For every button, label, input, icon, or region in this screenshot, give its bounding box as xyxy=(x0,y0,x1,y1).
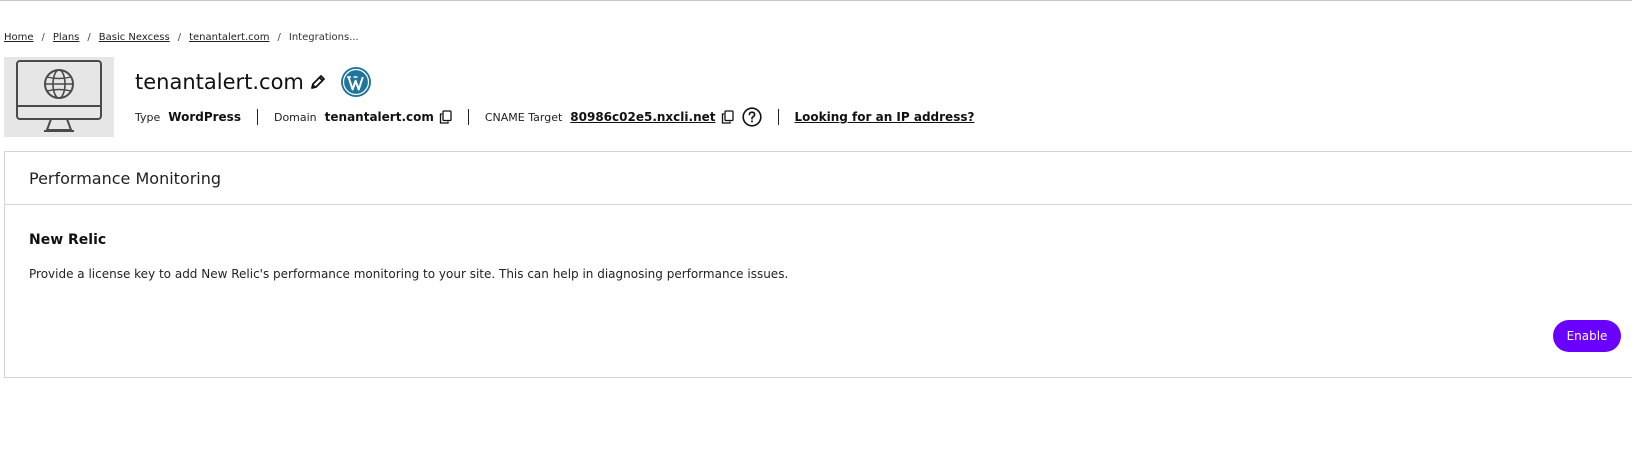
breadcrumb: Home / Plans / Basic Nexcess / tenantale… xyxy=(4,28,359,46)
domain-label: Domain xyxy=(273,110,317,124)
ip-address-link[interactable]: Looking for an IP address? xyxy=(795,110,975,124)
question-circle-icon[interactable] xyxy=(741,107,762,127)
type-value: WordPress xyxy=(168,110,241,124)
copy-cname-icon[interactable] xyxy=(721,110,734,124)
breadcrumb-site[interactable]: tenantalert.com xyxy=(189,32,269,43)
breadcrumb-separator: / xyxy=(277,31,281,43)
card-header: Performance Monitoring xyxy=(5,152,1632,205)
meta-divider xyxy=(777,109,779,125)
breadcrumb-separator: / xyxy=(87,31,91,43)
domain-value: tenantalert.com xyxy=(324,110,434,124)
site-thumbnail xyxy=(4,57,114,137)
enable-button[interactable]: Enable xyxy=(1553,320,1621,352)
breadcrumb-separator: / xyxy=(41,31,45,43)
performance-monitoring-card: Performance Monitoring New Relic Provide… xyxy=(4,151,1632,378)
top-divider xyxy=(0,0,1632,1)
breadcrumb-home[interactable]: Home xyxy=(4,32,34,43)
breadcrumb-plans[interactable]: Plans xyxy=(53,32,79,43)
cname-value-link[interactable]: 80986c02e5.nxcli.net xyxy=(570,110,715,124)
cname-label: CNAME Target xyxy=(484,110,563,124)
breadcrumb-plan[interactable]: Basic Nexcess xyxy=(99,32,170,43)
site-title: tenantalert.com xyxy=(135,70,304,94)
new-relic-title: New Relic xyxy=(29,232,107,248)
breadcrumb-separator: / xyxy=(177,31,182,43)
copy-domain-icon[interactable] xyxy=(439,110,452,124)
breadcrumb-current: Integrations... xyxy=(288,31,359,43)
site-header: tenantalert.com xyxy=(135,64,372,100)
card-title: Performance Monitoring xyxy=(29,168,222,188)
site-meta: Type WordPress Domain tenantalert.com CN… xyxy=(135,106,974,128)
monitor-globe-icon xyxy=(16,60,102,132)
pencil-icon[interactable] xyxy=(309,73,327,91)
meta-divider xyxy=(256,109,258,125)
meta-divider xyxy=(467,109,469,125)
type-label: Type xyxy=(135,110,161,124)
new-relic-description: Provide a license key to add New Relic's… xyxy=(29,267,789,281)
wordpress-icon xyxy=(340,66,372,98)
